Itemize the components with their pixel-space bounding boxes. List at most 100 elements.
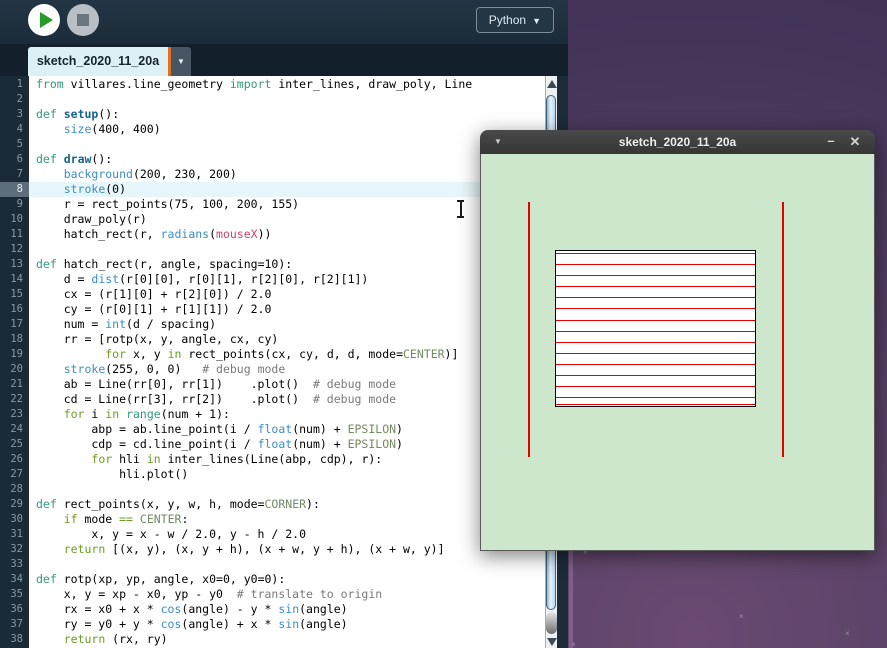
line-number: 33 [0, 557, 29, 572]
code-line[interactable]: 38 return (rx, ry) [0, 632, 545, 647]
code-text: def rotp(xp, yp, angle, x0=0, y0=0): [36, 572, 285, 587]
code-line[interactable]: 16 cy = (r[0][1] + r[1][1]) / 2.0 [0, 302, 545, 317]
ide-toolbar: Python▼ [0, 0, 568, 44]
hatch-line [556, 364, 755, 365]
code-line[interactable]: 8 stroke(0) [0, 182, 545, 197]
debug-line [782, 202, 784, 457]
code-line[interactable]: 6def draw(): [0, 152, 545, 167]
code-line[interactable]: 17 num = int(d / spacing) [0, 317, 545, 332]
code-editor[interactable]: 1from villares.line_geometry import inte… [0, 76, 557, 648]
code-text: ab = Line(rr[0], rr[1]) .plot() # debug … [36, 377, 396, 392]
code-line[interactable]: 27 hli.plot() [0, 467, 545, 482]
minimize-button[interactable]: – [823, 130, 839, 154]
code-line[interactable]: 36 rx = x0 + x * cos(angle) - y * sin(an… [0, 602, 545, 617]
hatched-rect [555, 250, 756, 407]
code-line[interactable]: 37 ry = y0 + y * cos(angle) + x * sin(an… [0, 617, 545, 632]
tab-label: sketch_2020_11_20a [37, 54, 159, 68]
hatch-line [556, 253, 755, 254]
code-line[interactable]: 28 [0, 482, 545, 497]
tab-dropdown-button[interactable]: ▼ [171, 47, 191, 76]
desktop-star: × [739, 613, 744, 621]
line-number: 20 [0, 362, 29, 377]
code-line[interactable]: 12 [0, 242, 545, 257]
code-line[interactable]: 30 if mode == CENTER: [0, 512, 545, 527]
mode-selector-button[interactable]: Python▼ [476, 7, 554, 33]
tab-strip: sketch_2020_11_20a ▼ [0, 44, 568, 76]
hatch-line [556, 308, 755, 309]
code-line[interactable]: 7 background(200, 230, 200) [0, 167, 545, 182]
line-number: 4 [0, 122, 29, 137]
code-line[interactable]: 1from villares.line_geometry import inte… [0, 77, 545, 92]
line-number: 30 [0, 512, 29, 527]
code-line[interactable]: 33 [0, 557, 545, 572]
desktop-star: × [571, 641, 576, 648]
code-line[interactable]: 11 hatch_rect(r, radians(mouseX)) [0, 227, 545, 242]
code-line[interactable]: 4 size(400, 400) [0, 122, 545, 137]
code-text: r = rect_points(75, 100, 200, 155) [36, 197, 299, 212]
line-number: 37 [0, 617, 29, 632]
line-number: 11 [0, 227, 29, 242]
code-line[interactable]: 32 return [(x, y), (x, y + h), (x + w, y… [0, 542, 545, 557]
sketch-titlebar[interactable]: ▼ sketch_2020_11_20a – ✕ [480, 130, 875, 154]
hatch-line [556, 404, 755, 405]
hatch-line [556, 353, 755, 354]
code-line[interactable]: 5 [0, 137, 545, 152]
code-line[interactable]: 23 for i in range(num + 1): [0, 407, 545, 422]
code-text: cdp = cd.line_point(i / float(num) + EPS… [36, 437, 403, 452]
code-line[interactable]: 20 stroke(255, 0, 0) # debug mode [0, 362, 545, 377]
code-area[interactable]: 1from villares.line_geometry import inte… [0, 77, 545, 647]
code-text: def draw(): [36, 152, 112, 167]
wallpaper-light-band [569, 551, 573, 648]
line-number: 36 [0, 602, 29, 617]
code-line[interactable]: 34def rotp(xp, yp, angle, x0=0, y0=0): [0, 572, 545, 587]
line-number: 23 [0, 407, 29, 422]
code-text: stroke(255, 0, 0) # debug mode [36, 362, 285, 377]
code-line[interactable]: 18 rr = [rotp(x, y, angle, cx, cy) [0, 332, 545, 347]
run-button[interactable] [28, 4, 60, 36]
scroll-down-icon[interactable] [547, 638, 557, 646]
code-text: hatch_rect(r, radians(mouseX)) [36, 227, 271, 242]
line-number: 17 [0, 317, 29, 332]
line-number: 10 [0, 212, 29, 227]
code-line[interactable]: 21 ab = Line(rr[0], rr[1]) .plot() # deb… [0, 377, 545, 392]
code-text: def hatch_rect(r, angle, spacing=10): [36, 257, 292, 272]
code-line[interactable]: 19 for x, y in rect_points(cx, cy, d, d,… [0, 347, 545, 362]
line-number: 31 [0, 527, 29, 542]
code-text: rr = [rotp(x, y, angle, cx, cy) [36, 332, 278, 347]
code-line[interactable]: 13def hatch_rect(r, angle, spacing=10): [0, 257, 545, 272]
code-line[interactable]: 22 cd = Line(rr[3], rr[2]) .plot() # deb… [0, 392, 545, 407]
line-number: 9 [0, 197, 29, 212]
scroll-up-icon[interactable] [547, 80, 557, 88]
code-text: x, y = xp - x0, yp - y0 # translate to o… [36, 587, 382, 602]
code-line[interactable]: 25 cdp = cd.line_point(i / float(num) + … [0, 437, 545, 452]
code-line[interactable]: 31 x, y = x - w / 2.0, y - h / 2.0 [0, 527, 545, 542]
hatch-line [556, 297, 755, 298]
stop-icon [77, 14, 89, 26]
code-text: abp = ab.line_point(i / float(num) + EPS… [36, 422, 403, 437]
code-line[interactable]: 3def setup(): [0, 107, 545, 122]
code-line[interactable]: 15 cx = (r[1][0] + r[2][0]) / 2.0 [0, 287, 545, 302]
line-number: 14 [0, 272, 29, 287]
tab-sketch[interactable]: sketch_2020_11_20a [28, 47, 168, 76]
close-button[interactable]: ✕ [847, 130, 863, 154]
code-line[interactable]: 26 for hli in inter_lines(Line(abp, cdp)… [0, 452, 545, 467]
code-text: return (rx, ry) [36, 632, 168, 647]
code-text: draw_poly(r) [36, 212, 147, 227]
line-number: 3 [0, 107, 29, 122]
code-text: x, y = x - w / 2.0, y - h / 2.0 [36, 527, 306, 542]
code-line[interactable]: 24 abp = ab.line_point(i / float(num) + … [0, 422, 545, 437]
code-line[interactable]: 2 [0, 92, 545, 107]
code-text: if mode == CENTER: [36, 512, 188, 527]
hatch-line [556, 386, 755, 387]
hatch-line [556, 275, 755, 276]
code-line[interactable]: 14 d = dist(r[0][0], r[0][1], r[2][0], r… [0, 272, 545, 287]
hatch-line [556, 342, 755, 343]
scrollbar-knob[interactable] [546, 612, 557, 634]
hatch-line [556, 320, 755, 321]
code-line[interactable]: 29def rect_points(x, y, w, h, mode=CORNE… [0, 497, 545, 512]
hatch-line [556, 331, 755, 332]
stop-button[interactable] [67, 4, 99, 36]
code-line[interactable]: 35 x, y = xp - x0, yp - y0 # translate t… [0, 587, 545, 602]
line-number: 29 [0, 497, 29, 512]
code-text: num = int(d / spacing) [36, 317, 216, 332]
